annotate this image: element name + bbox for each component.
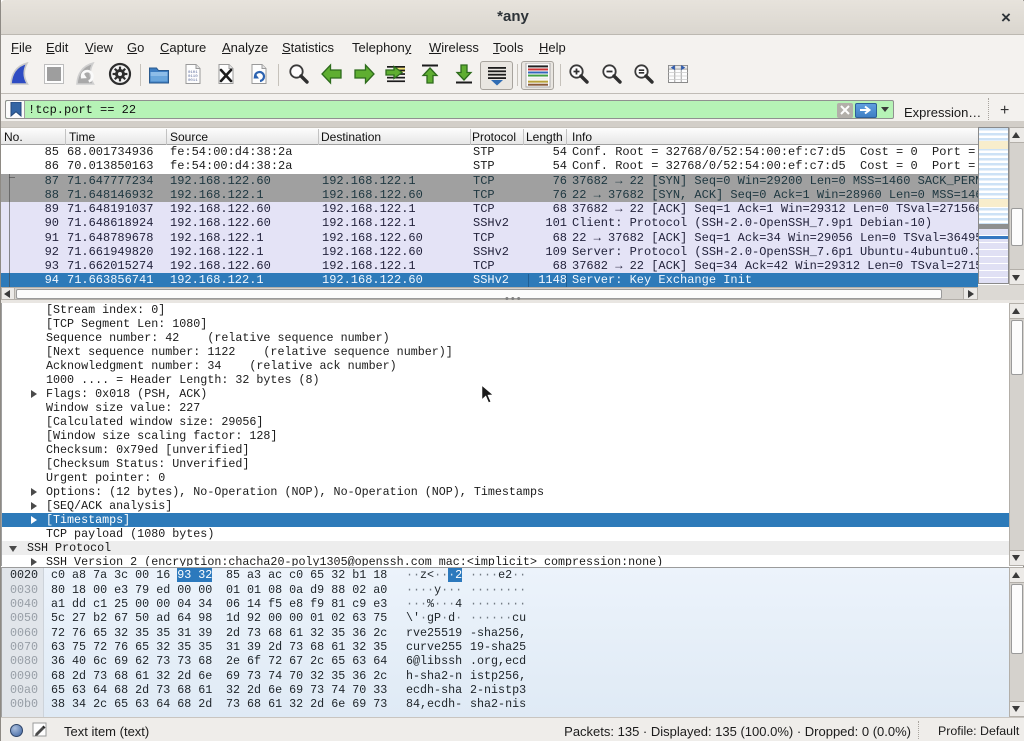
svg-text:0011: 0011 — [188, 79, 198, 83]
